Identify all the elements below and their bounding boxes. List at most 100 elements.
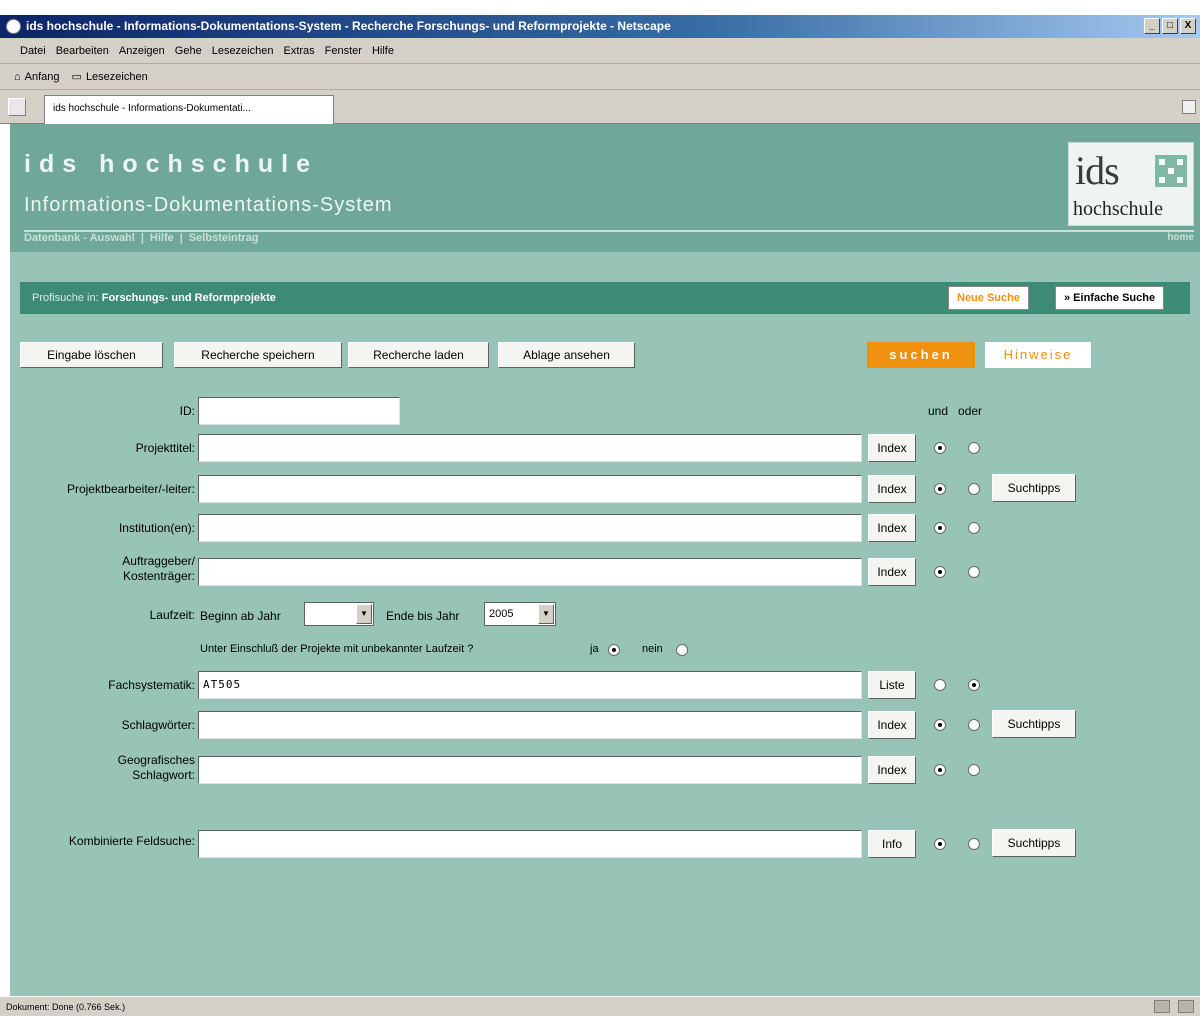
bearbeiter-oder-radio[interactable] bbox=[968, 483, 980, 495]
menu-lesezeichen[interactable]: Lesezeichen bbox=[212, 45, 274, 57]
und-label: und bbox=[928, 404, 949, 418]
menu-anzeigen[interactable]: Anzeigen bbox=[119, 45, 165, 57]
begin-year-select[interactable]: ▼ bbox=[304, 602, 374, 626]
ids-logo: ids hochschule bbox=[1068, 142, 1194, 226]
laufzeit-label: Laufzeit: bbox=[149, 608, 195, 622]
projekttitel-input[interactable] bbox=[198, 434, 862, 462]
fachsystematik-liste-button[interactable]: Liste bbox=[868, 671, 916, 699]
minimize-button[interactable]: _ bbox=[1144, 18, 1160, 34]
view-storage-button[interactable]: Ablage ansehen bbox=[498, 342, 635, 368]
schlagwoerter-suchtipps-button[interactable]: Suchtipps bbox=[992, 710, 1076, 738]
ja-label: ja bbox=[590, 643, 599, 655]
schlagwoerter-oder-radio[interactable] bbox=[968, 719, 980, 731]
and-or-header: und oder bbox=[928, 404, 982, 418]
schlagwoerter-input[interactable] bbox=[198, 711, 862, 739]
connection-icon bbox=[1154, 1000, 1170, 1013]
geo-und-radio[interactable] bbox=[934, 764, 946, 776]
database-name: Forschungs- und Reformprojekte bbox=[101, 292, 276, 304]
nav-db-auswahl[interactable]: Datenbank - Auswahl bbox=[24, 232, 135, 244]
menu-fenster[interactable]: Fenster bbox=[325, 45, 362, 57]
bearbeiter-suchtipps-button[interactable]: Suchtipps bbox=[992, 474, 1076, 502]
clear-input-button[interactable]: Eingabe löschen bbox=[20, 342, 163, 368]
new-tab-icon[interactable] bbox=[8, 98, 26, 116]
auftraggeber-input[interactable] bbox=[198, 558, 862, 586]
projekttitel-label: Projekttitel: bbox=[135, 441, 195, 455]
maximize-button[interactable]: □ bbox=[1162, 18, 1178, 34]
tab-ids-hochschule[interactable]: ids hochschule - Informations-Dokumentat… bbox=[44, 95, 334, 124]
bearbeiter-label: Projektbearbeiter/-leiter: bbox=[66, 482, 195, 496]
kombi-und-radio[interactable] bbox=[934, 838, 946, 850]
home-icon: ⌂ bbox=[14, 70, 21, 83]
fachsystematik-input[interactable]: AT505 bbox=[198, 671, 862, 699]
institution-oder-radio[interactable] bbox=[968, 522, 980, 534]
logo-square-icon bbox=[1155, 155, 1187, 187]
projekttitel-index-button[interactable]: Index bbox=[868, 434, 916, 462]
auftraggeber-index-button[interactable]: Index bbox=[868, 558, 916, 586]
fachsystematik-oder-radio[interactable] bbox=[968, 679, 980, 691]
nav-hilfe[interactable]: Hilfe bbox=[150, 232, 174, 244]
kombi-input[interactable] bbox=[198, 830, 862, 858]
menu-extras[interactable]: Extras bbox=[283, 45, 314, 57]
nav-selbsteintrag[interactable]: Selbsteintrag bbox=[189, 232, 259, 244]
search-button[interactable]: suchen bbox=[867, 342, 975, 368]
load-search-button[interactable]: Recherche laden bbox=[348, 342, 489, 368]
site-nav: Datenbank - Auswahl | Hilfe | Selbsteintra… bbox=[24, 232, 263, 244]
menu-gehe[interactable]: Gehe bbox=[175, 45, 202, 57]
kombi-suchtipps-button[interactable]: Suchtipps bbox=[992, 829, 1076, 857]
new-search-button[interactable]: Neue Suche bbox=[948, 286, 1029, 310]
site-header: ids hochschule Informations-Dokumentatio… bbox=[10, 124, 1200, 252]
projekttitel-oder-radio[interactable] bbox=[968, 442, 980, 454]
home-link[interactable]: home bbox=[1167, 232, 1194, 243]
window-titlebar: ids hochschule - Informations-Dokumentat… bbox=[0, 15, 1200, 38]
end-year-select[interactable]: 2005 ▼ bbox=[484, 602, 556, 626]
end-year-value: 2005 bbox=[489, 608, 514, 620]
folder-icon: ▭ bbox=[71, 71, 82, 83]
bookmark-home-label: Anfang bbox=[24, 70, 60, 83]
status-bar: Dokument: Done (0.766 Sek.) bbox=[0, 996, 1200, 1016]
geo-label-1: Geografisches bbox=[117, 753, 195, 767]
bookmarks-toolbar: ⌂ Anfang ▭ Lesezeichen bbox=[0, 64, 1200, 90]
bearbeiter-und-radio[interactable] bbox=[934, 483, 946, 495]
chevron-down-icon: ▼ bbox=[538, 604, 554, 624]
logo-text-top: ids bbox=[1075, 148, 1120, 193]
tab-bar: ids hochschule - Informations-Dokumentat… bbox=[0, 90, 1200, 124]
kombi-label: Kombinierte Feldsuche: bbox=[68, 834, 195, 848]
simple-search-button[interactable]: » Einfache Suche bbox=[1055, 286, 1165, 310]
geo-oder-radio[interactable] bbox=[968, 764, 980, 776]
institution-input[interactable] bbox=[198, 514, 862, 542]
kombi-oder-radio[interactable] bbox=[968, 838, 980, 850]
auftraggeber-oder-radio[interactable] bbox=[968, 566, 980, 578]
oder-label: oder bbox=[958, 404, 983, 418]
auftraggeber-und-radio[interactable] bbox=[934, 566, 946, 578]
menu-datei[interactable]: Datei bbox=[20, 45, 46, 57]
geo-input[interactable] bbox=[198, 756, 862, 784]
unknown-ja-radio[interactable] bbox=[608, 644, 620, 656]
save-search-button[interactable]: Recherche speichern bbox=[174, 342, 342, 368]
security-icon bbox=[1178, 1000, 1194, 1013]
fachsystematik-label: Fachsystematik: bbox=[108, 678, 195, 692]
unknown-nein-radio[interactable] bbox=[676, 644, 688, 656]
menu-bar: Datei Bearbeiten Anzeigen Gehe Lesezeich… bbox=[0, 38, 1200, 64]
schlagwoerter-label: Schlagwörter: bbox=[121, 718, 195, 732]
menu-hilfe[interactable]: Hilfe bbox=[372, 45, 394, 57]
status-text: Dokument: Done (0.766 Sek.) bbox=[6, 1002, 126, 1012]
bookmark-folder[interactable]: ▭ Lesezeichen bbox=[71, 70, 148, 84]
institution-und-radio[interactable] bbox=[934, 522, 946, 534]
bearbeiter-index-button[interactable]: Index bbox=[868, 475, 916, 503]
close-window-button[interactable]: X bbox=[1180, 18, 1196, 34]
hints-button[interactable]: Hinweise bbox=[985, 342, 1091, 368]
bearbeiter-input[interactable] bbox=[198, 475, 862, 503]
end-label: Ende bis Jahr bbox=[386, 609, 460, 623]
menu-bearbeiten[interactable]: Bearbeiten bbox=[56, 45, 109, 57]
kombi-info-button[interactable]: Info bbox=[868, 830, 916, 858]
page-content: ids hochschule Informations-Dokumentatio… bbox=[10, 124, 1200, 996]
projekttitel-und-radio[interactable] bbox=[934, 442, 946, 454]
id-input[interactable] bbox=[198, 397, 400, 425]
fachsystematik-und-radio[interactable] bbox=[934, 679, 946, 691]
schlagwoerter-und-radio[interactable] bbox=[934, 719, 946, 731]
institution-index-button[interactable]: Index bbox=[868, 514, 916, 542]
close-tab-icon[interactable] bbox=[1182, 100, 1196, 114]
bookmark-home[interactable]: ⌂ Anfang bbox=[14, 71, 60, 83]
schlagwoerter-index-button[interactable]: Index bbox=[868, 711, 916, 739]
geo-index-button[interactable]: Index bbox=[868, 756, 916, 784]
